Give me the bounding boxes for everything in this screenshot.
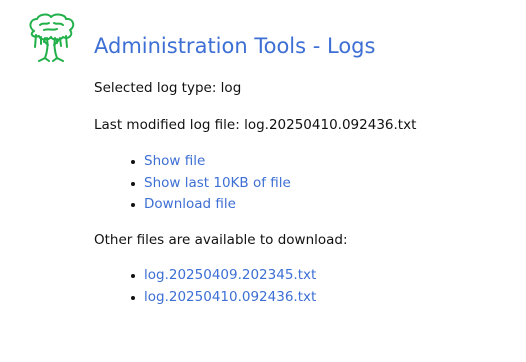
tree-logo-icon bbox=[29, 13, 75, 62]
list-item: Show last 10KB of file bbox=[130, 173, 291, 195]
bullet-icon bbox=[131, 274, 135, 278]
last-modified-log-file: Last modified log file: log.20250410.092… bbox=[94, 117, 417, 133]
list-item: log.20250409.202345.txt bbox=[130, 265, 316, 287]
list-item: Show file bbox=[130, 151, 291, 173]
other-files-list: log.20250409.202345.txt log.20250410.092… bbox=[130, 265, 316, 308]
list-item: log.20250410.092436.txt bbox=[130, 287, 316, 309]
page-title: Administration Tools - Logs bbox=[94, 34, 376, 58]
bullet-icon bbox=[131, 181, 135, 186]
file-actions-list: Show file Show last 10KB of file Downloa… bbox=[130, 151, 291, 216]
log-file-link[interactable]: log.20250410.092436.txt bbox=[144, 289, 316, 305]
bullet-icon bbox=[131, 160, 135, 164]
bullet-icon bbox=[131, 203, 135, 207]
show-file-link[interactable]: Show file bbox=[144, 153, 205, 169]
selected-log-type: Selected log type: log bbox=[94, 80, 242, 96]
bullet-icon bbox=[131, 295, 135, 300]
list-item: Download file bbox=[130, 194, 291, 216]
show-last-10kb-link[interactable]: Show last 10KB of file bbox=[144, 175, 291, 191]
download-file-link[interactable]: Download file bbox=[144, 196, 236, 212]
log-file-link[interactable]: log.20250409.202345.txt bbox=[144, 267, 316, 283]
other-files-heading: Other files are available to download: bbox=[94, 232, 348, 248]
